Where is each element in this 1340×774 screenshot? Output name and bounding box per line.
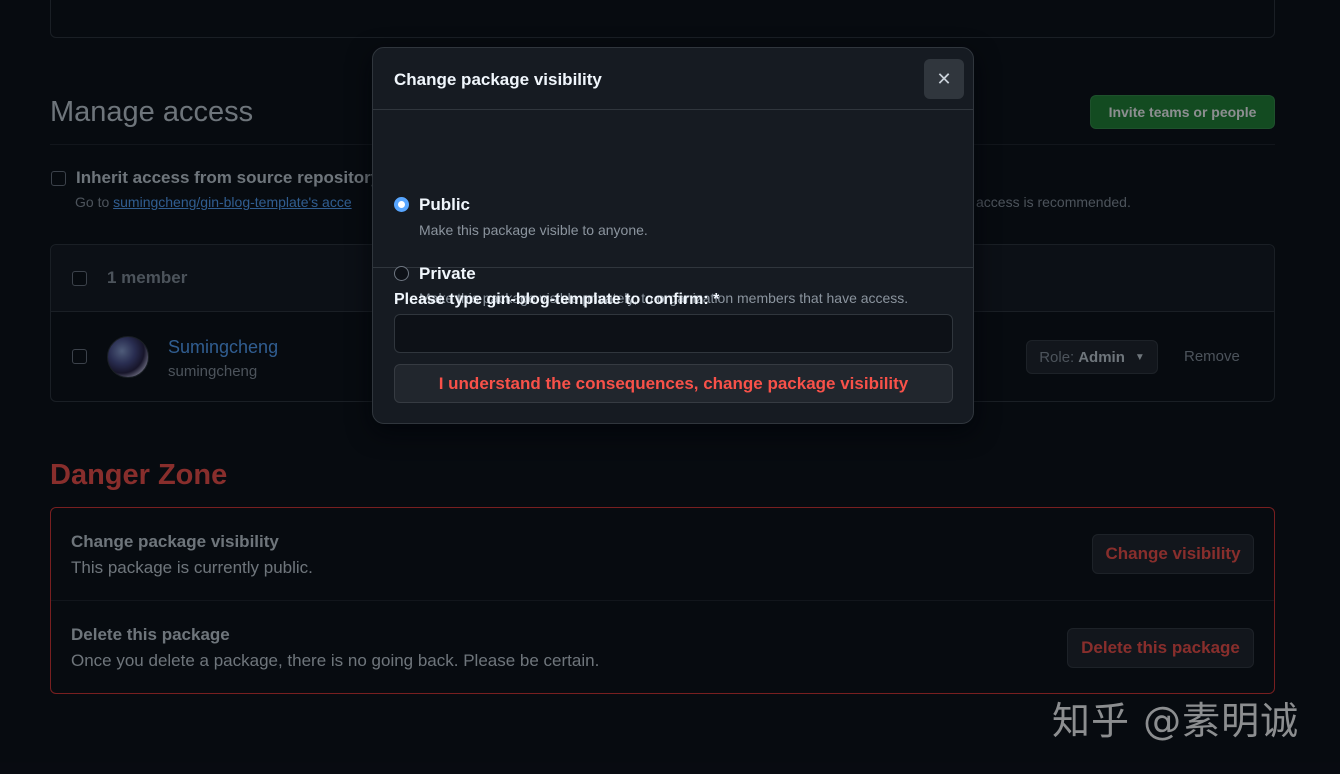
role-value: Admin <box>1078 348 1125 366</box>
dialog-title: Change package visibility <box>394 70 602 89</box>
private-radio[interactable] <box>394 266 409 281</box>
private-label[interactable]: Private <box>419 264 476 284</box>
public-radio[interactable] <box>394 197 409 212</box>
danger-zone-title: Danger Zone <box>50 459 228 491</box>
visibility-options: Public Make this package visible to anyo… <box>373 110 973 306</box>
source-repo-link[interactable]: sumingcheng/gin-blog-template's acce <box>113 194 351 210</box>
caret-down-icon: ▼ <box>1134 351 1145 363</box>
confirm-input[interactable] <box>394 314 953 353</box>
role-prefix: Role: <box>1039 348 1075 366</box>
member-count: 1 member <box>107 268 188 287</box>
confirm-visibility-button[interactable]: I understand the consequences, change pa… <box>394 364 953 403</box>
danger-item-delete: Delete this package Once you delete a pa… <box>51 600 1274 692</box>
danger-item-title: Change package visibility <box>71 532 279 551</box>
member-login: sumingcheng <box>168 363 258 380</box>
danger-item-desc: This package is currently public. <box>71 558 313 577</box>
inherit-access-label: Inherit access from source repository <box>76 168 381 187</box>
danger-item-title: Delete this package <box>71 625 230 644</box>
inherit-note-prefix: Go to <box>75 194 114 210</box>
watermark: 知乎 @素明诚 <box>1052 699 1300 743</box>
remove-member-button[interactable]: Remove <box>1184 348 1240 365</box>
danger-item-visibility: Change package visibility This package i… <box>51 508 1274 600</box>
inherit-access-row: Inherit access from source repository <box>51 168 380 188</box>
dialog-header: Change package visibility ✕ <box>373 48 973 110</box>
role-dropdown[interactable]: Role: Admin ▼ <box>1026 340 1158 374</box>
change-visibility-button[interactable]: Change visibility <box>1092 534 1254 574</box>
delete-package-button[interactable]: Delete this package <box>1067 628 1254 668</box>
invite-button[interactable]: Invite teams or people <box>1090 95 1275 129</box>
inherit-access-checkbox[interactable] <box>51 170 66 186</box>
change-visibility-dialog: Change package visibility ✕ Public Make … <box>372 47 974 424</box>
public-label[interactable]: Public <box>419 195 470 215</box>
confirm-label: Please type gin-blog-template to confirm… <box>394 291 720 308</box>
public-desc: Make this package visible to anyone. <box>419 222 648 238</box>
previous-section-box <box>50 0 1275 38</box>
avatar <box>107 336 149 378</box>
member-checkbox[interactable] <box>72 349 87 364</box>
danger-item-desc: Once you delete a package, there is no g… <box>71 651 600 670</box>
danger-zone-box: Change package visibility This package i… <box>50 507 1275 694</box>
inherit-note-suffix: access is recommended. <box>976 194 1131 210</box>
manage-access-title: Manage access <box>50 96 254 128</box>
member-name-link[interactable]: Sumingcheng <box>168 337 278 358</box>
inherit-access-note: Go to sumingcheng/gin-blog-template's ac… <box>75 194 352 210</box>
select-all-checkbox[interactable] <box>72 270 87 286</box>
close-button[interactable]: ✕ <box>924 59 964 99</box>
x-icon: ✕ <box>936 68 952 89</box>
